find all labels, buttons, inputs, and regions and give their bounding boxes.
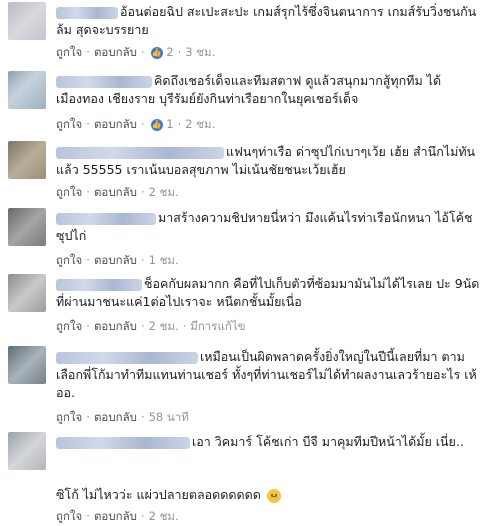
like-link[interactable]: ถูกใจ (56, 509, 82, 523)
commenter-name[interactable] (56, 146, 224, 159)
comment-text: อ้อนต่อยฉิป สะเปะสะปะ เกมส์รุกไร้ซึ่งจิน… (56, 4, 477, 37)
like-link[interactable]: ถูกใจ (56, 185, 82, 199)
comment-text: มาสร้างความชิปหายนี่หว่า มึงแค้นไรท่าเรื… (56, 210, 473, 243)
comment-actions: ถูกใจ · ตอบกลับ · 58 นาที (56, 410, 189, 424)
comment-actions: ถูกใจ · ตอบกลับ · 👍 1 · 2 ชม. (56, 117, 216, 131)
like-count-icon: 👍 (150, 118, 163, 131)
timestamp[interactable]: 2 ชม. (185, 117, 215, 131)
commenter-name[interactable] (56, 6, 118, 19)
like-link[interactable]: ถูกใจ (56, 410, 82, 424)
commenter-name[interactable] (56, 75, 152, 88)
comment-actions: ถูกใจ · ตอบกลับ · 2 ชม. · มีการแก้ไข (56, 319, 246, 333)
avatar[interactable] (8, 274, 46, 312)
reply-link[interactable]: ตอบกลับ (94, 253, 137, 267)
timestamp[interactable]: 2 ชม. (149, 185, 179, 199)
commenter-name[interactable] (56, 212, 156, 225)
comment-actions: ถูกใจ · ตอบกลับ · 2 ชม. (56, 509, 179, 523)
edited-label[interactable]: มีการแก้ไข (190, 319, 245, 333)
avatar[interactable] (8, 208, 46, 246)
like-link[interactable]: ถูกใจ (56, 45, 82, 59)
avatar[interactable] (8, 71, 46, 109)
like-link[interactable]: ถูกใจ (56, 319, 82, 333)
likes-count[interactable]: 2 (166, 45, 173, 59)
timestamp[interactable]: 58 นาที (149, 410, 189, 424)
timestamp[interactable]: 2 ชม. (149, 319, 179, 333)
comment-text: แฟนๆท่าเรือ ด่าซุปไก่เบาๆเว้ย เฮ้ย สำนึก… (56, 144, 476, 177)
comment-actions: ถูกใจ · ตอบกลับ · 2 ชม. (56, 185, 179, 199)
comment-actions: ถูกใจ · ตอบกลับ · 1 ชม. (56, 253, 179, 267)
timestamp[interactable]: 2 ชม. (149, 509, 179, 523)
like-count-icon: 👍 (150, 46, 163, 59)
comment-text: เอา วิคมาร์ โค้ชเก่า บีจี มาคุมทีมปีหน้า… (56, 433, 486, 451)
reply-link[interactable]: ตอบกลับ (94, 185, 137, 199)
timestamp[interactable]: 1 ชม. (149, 253, 179, 267)
like-link[interactable]: ถูกใจ (56, 117, 82, 131)
reply-link[interactable]: ตอบกลับ (94, 509, 137, 523)
reply-link[interactable]: ตอบกลับ (94, 410, 137, 424)
like-link[interactable]: ถูกใจ (56, 253, 82, 267)
avatar[interactable] (8, 141, 46, 179)
avatar[interactable] (8, 432, 46, 470)
comment-text: เหมือนเป็นผิดพลาดครั้งยิ่งใหญ่ในปีนี้เลย… (56, 349, 477, 400)
commenter-name[interactable] (56, 436, 190, 449)
reply-link[interactable]: ตอบกลับ (94, 117, 137, 131)
comment-text-continued: ซิโก้ ไม่ไหวว่ะ แผ่วปลายตลอดดดดดด (56, 486, 486, 504)
commenter-name[interactable] (56, 278, 142, 291)
avatar[interactable] (8, 346, 46, 384)
comment-actions: ถูกใจ · ตอบกลับ · 👍 2 · 3 ชม. (56, 45, 216, 59)
reply-link[interactable]: ตอบกลับ (94, 45, 137, 59)
commenter-name[interactable] (56, 351, 198, 364)
timestamp[interactable]: 3 ชม. (185, 45, 215, 59)
comment-list: อ้อนต่อยฉิป สะเปะสะปะ เกมส์รุกไร้ซึ่งจิน… (0, 0, 500, 526)
reply-link[interactable]: ตอบกลับ (94, 319, 137, 333)
likes-count[interactable]: 1 (166, 117, 173, 131)
disappointed-face-icon (266, 488, 281, 503)
comment-text: คิดถึงเชอร์เด็จและทีมสตาฟ ดูแล้วสนุกมากส… (56, 73, 442, 106)
avatar[interactable] (8, 2, 46, 40)
comment-text: ช็อคกับผลมากก คือที่ไปเก็บตัวที่ซ้อมมามั… (56, 276, 480, 309)
